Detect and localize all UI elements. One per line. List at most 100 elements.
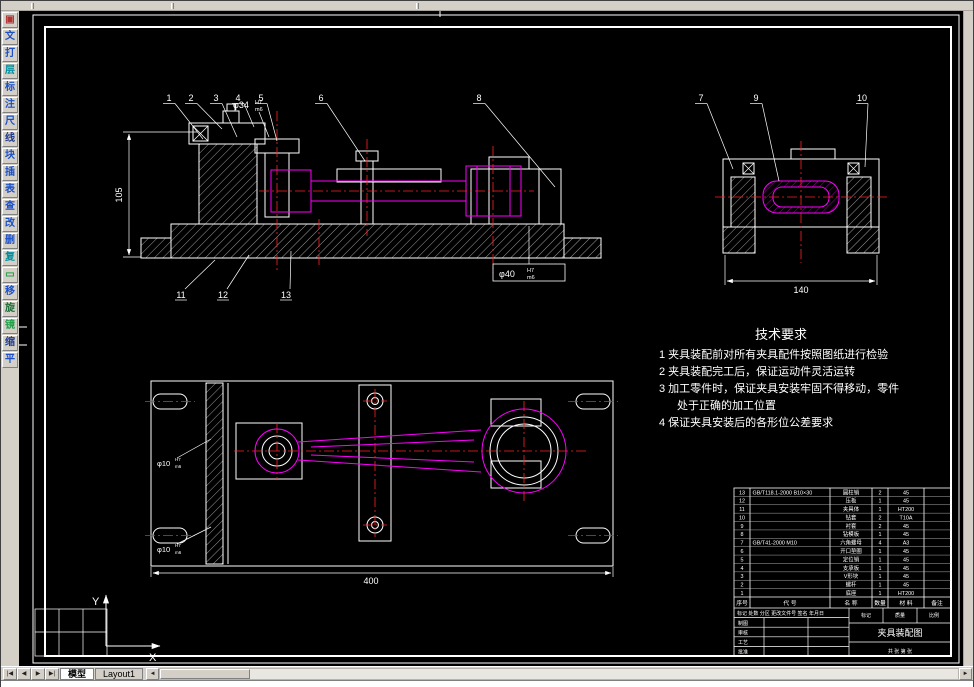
parts-row-cell: 螺杆 [846, 581, 857, 589]
tab-model[interactable]: 模型 [60, 667, 95, 680]
tech-line: 2 夹具装配完工后，保证运动件灵活运转 [659, 364, 855, 378]
dim-400-text: 400 [363, 576, 378, 586]
new-drawing-icon[interactable]: ▣ [2, 12, 18, 28]
tab-prev-icon[interactable]: ◀ [17, 667, 31, 680]
callout-12: 12 [218, 290, 228, 300]
dim-phi40-tol-upper: H7 [527, 268, 534, 274]
parts-row-cell: 7 [741, 541, 744, 547]
parts-row-cell: V形块 [844, 572, 859, 580]
titleblock-label-process: 工艺 [738, 640, 748, 646]
callout-3: 3 [213, 93, 218, 103]
modify-icon[interactable]: 改 [2, 216, 18, 232]
tab-first-icon[interactable]: |◀ [3, 667, 17, 680]
insert-icon[interactable]: 插 [2, 165, 18, 181]
toolbar-grip-icon[interactable] [31, 3, 34, 9]
parts-row-cell: 1 [879, 566, 882, 572]
callout-1: 1 [166, 93, 171, 103]
tab-last-icon[interactable]: ▶| [45, 667, 59, 680]
parts-row-cell: 2 [879, 524, 882, 530]
hscroll-thumb[interactable] [160, 668, 251, 679]
parts-row-cell: 底座 [846, 589, 857, 597]
parts-row-cell: 压板 [846, 497, 857, 505]
parts-row-cell: 夹具体 [843, 505, 860, 513]
parts-row-cell: 1 [879, 532, 882, 538]
titleblock-mark-cell: 标记 [861, 612, 871, 619]
titleblock-label-approve: 批准 [738, 649, 748, 656]
text-style-icon[interactable]: 文 [2, 29, 18, 45]
parts-row-cell: 2 [879, 490, 882, 496]
pan-icon[interactable]: 平 [2, 352, 18, 368]
command-line[interactable] [1, 680, 973, 687]
layout-tab-bar: |◀ ◀ ▶ ▶| 模型 Layout1 ◄ ► [1, 666, 973, 680]
dim-phi40-text: φ40 [499, 269, 515, 279]
hscroll-left-icon[interactable]: ◄ [146, 667, 160, 680]
parts-row-cell: 1 [879, 574, 882, 580]
dim-phi34-leader [258, 111, 270, 138]
parts-row-cell: 45 [903, 574, 909, 580]
parts-row-cell: 2 [741, 583, 744, 589]
measure-icon[interactable]: 尺 [2, 114, 18, 130]
parts-rows: 13 GB/T118.1-2000 B10×30 圆柱销 2 4512 压板 1 4511 夹具… [734, 488, 951, 597]
callout-10: 10 [857, 93, 867, 103]
parts-header-cell: 备注 [931, 599, 943, 607]
parts-row-cell: 45 [903, 566, 909, 572]
parts-row-cell: 10 [739, 515, 745, 521]
erase-icon[interactable]: 删 [2, 233, 18, 249]
parts-row-cell: 45 [903, 557, 909, 563]
parts-row-cell: T10A [900, 515, 913, 521]
print-icon[interactable]: 打 [2, 46, 18, 62]
ucs-y-label: Y [92, 596, 100, 608]
parts-row-cell: GB/T41-2000 M10 [753, 541, 797, 547]
callout-13: 13 [281, 290, 291, 300]
mirror-icon[interactable]: 镜 [2, 318, 18, 334]
copy-icon[interactable]: 复 [2, 250, 18, 266]
drawing-canvas[interactable]: 105 φ34 H7 m6 φ40 H7 m6 1 2 3 4 5 6 8 11… [19, 11, 965, 666]
parts-row-cell: 3 [741, 574, 744, 580]
parts-row-cell: 六角螺母 [840, 539, 862, 547]
parts-row-cell: 11 [739, 507, 745, 513]
drawing-svg[interactable]: 105 φ34 H7 m6 φ40 H7 m6 1 2 3 4 5 6 8 11… [19, 11, 965, 666]
title-block: 标记 处数 分区 更改文件号 签名 年月日 制图 审核 工艺 批准 标记 质量 … [734, 608, 951, 656]
hscroll-right-icon[interactable]: ► [959, 667, 972, 680]
parts-row-cell: HT200 [898, 507, 914, 513]
query-icon[interactable]: 查 [2, 199, 18, 215]
dim-phi10a-text: φ10 [157, 459, 170, 468]
line-tool-icon[interactable]: 线 [2, 131, 18, 147]
titleblock-scale-cell: 比例 [929, 612, 939, 619]
callout-5: 5 [258, 93, 263, 103]
tab-layout1[interactable]: Layout1 [95, 667, 144, 680]
move-icon[interactable]: 移 [2, 284, 18, 300]
parts-row-cell: 钻模板 [843, 530, 860, 538]
toolbar-grip-icon[interactable] [416, 3, 419, 9]
dimension-icon[interactable]: 标 [2, 80, 18, 96]
parts-row-cell: 1 [879, 507, 882, 513]
parts-header-cell: 名 称 [844, 599, 857, 607]
titleblock-weight-cell: 质量 [895, 612, 905, 619]
tech-line: 3 加工零件时，保证夹具安装牢固不得移动，零件 [659, 381, 899, 395]
rotate-icon[interactable]: 旋 [2, 301, 18, 317]
tab-next-icon[interactable]: ▶ [31, 667, 45, 680]
table-icon[interactable]: 表 [2, 182, 18, 198]
plan-view: φ10 H7 m6 φ10 H7 m6 400 [145, 380, 618, 586]
zoom-icon[interactable]: 缩 [2, 335, 18, 351]
block-icon[interactable]: 块 [2, 148, 18, 164]
parts-row-cell: 定位销 [843, 555, 860, 563]
parts-row-cell: 1 [879, 549, 882, 555]
toolbar-grip-icon[interactable] [171, 3, 174, 9]
parts-header-cell: 材 料 [899, 599, 912, 607]
parts-row-cell: A3 [903, 541, 910, 547]
parts-row-cell: 开口垫圈 [840, 547, 862, 555]
layer-manager-icon[interactable]: 层 [2, 63, 18, 79]
rectangle-tool-icon[interactable]: ▭ [2, 267, 18, 283]
left-toolbar: ▣ 文打层标注尺线块插表查改删复 ▭ 移旋镜缩平 [1, 11, 19, 666]
callout-9: 9 [753, 93, 758, 103]
right-border-strip [963, 11, 973, 666]
dim-phi10a-tol-lower: m6 [175, 464, 182, 469]
side-view: 140 7 9 10 [695, 93, 887, 295]
hscroll-track[interactable] [159, 667, 959, 680]
parts-row-cell: 45 [903, 499, 909, 505]
side-callouts: 7 9 10 [698, 93, 867, 103]
annotation-icon[interactable]: 注 [2, 97, 18, 113]
parts-row-cell: 4 [879, 541, 882, 547]
dim-105-text: 105 [114, 187, 124, 202]
